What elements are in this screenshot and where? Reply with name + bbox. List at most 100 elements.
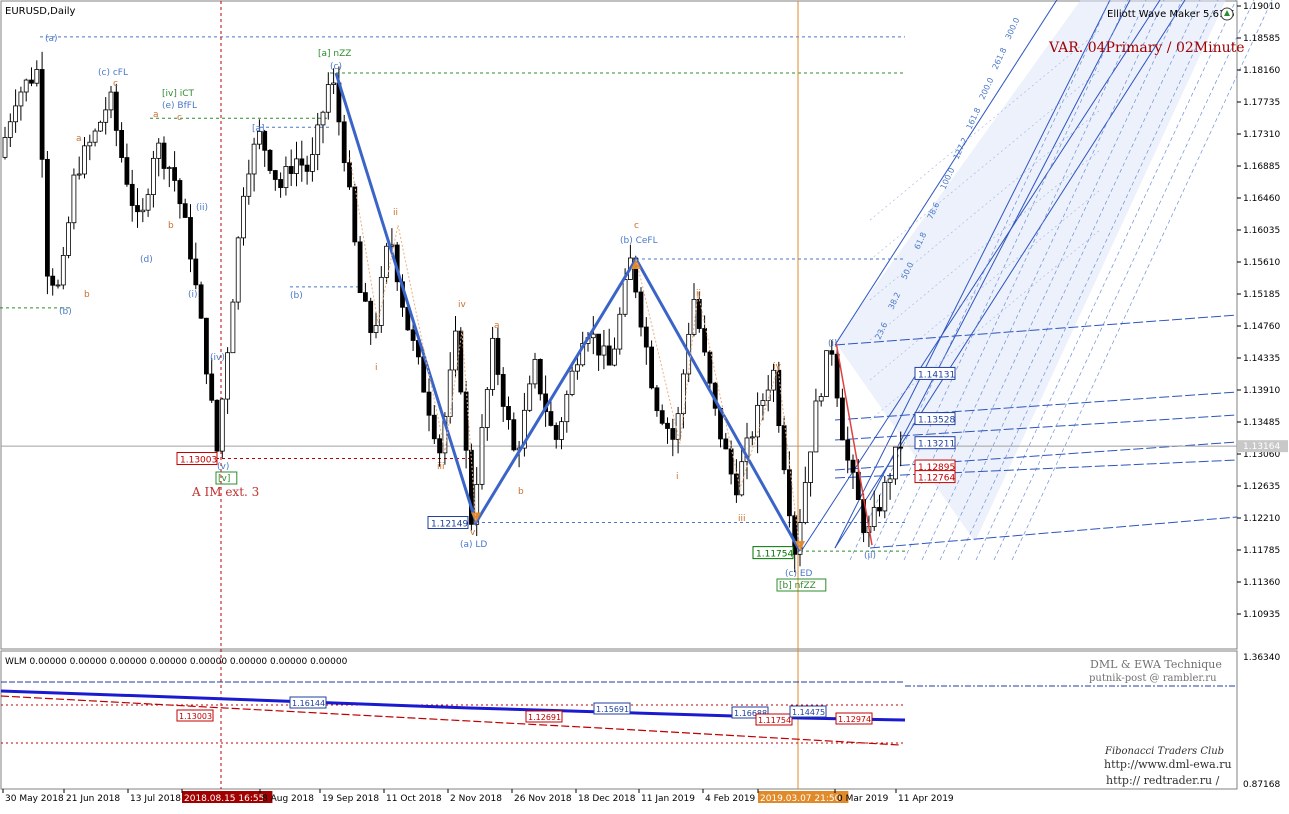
candle-body xyxy=(877,507,882,512)
wave-label: i xyxy=(375,363,378,373)
candle-body xyxy=(575,364,580,372)
wave-label: A IM ext. 3 xyxy=(191,485,259,499)
sub-y-tick-label: 1.36340 xyxy=(1243,653,1280,663)
wave-label-small: b xyxy=(168,221,174,231)
candle-body xyxy=(490,337,496,390)
candle-body xyxy=(426,391,432,416)
candle-body xyxy=(161,142,167,169)
wave-label: a xyxy=(494,321,500,331)
candle-body xyxy=(834,353,840,399)
candle-body xyxy=(606,345,612,366)
candle-body xyxy=(23,79,29,93)
wave-label: [a] xyxy=(252,124,265,134)
sub-price-box-value: 1.16144 xyxy=(292,699,325,708)
variant-label: VAR. 04Primary / 02Minute xyxy=(1048,40,1245,56)
candle-body xyxy=(654,387,660,412)
wave-label: iv xyxy=(458,300,467,310)
candle-body xyxy=(665,422,670,429)
candle-body xyxy=(707,351,713,384)
y-tick-label: 1.13910 xyxy=(1243,386,1280,396)
candle-body xyxy=(484,389,490,428)
candle-body xyxy=(294,158,299,174)
candle-body xyxy=(198,284,204,319)
candle-body xyxy=(808,451,813,483)
x-tick-label: 21 Jun 2018 xyxy=(66,794,120,804)
symbol-label: EURUSD,Daily xyxy=(5,6,76,17)
candle-body xyxy=(384,245,390,278)
candle-body xyxy=(548,411,554,426)
x-tick-label: 4 Feb 2019 xyxy=(705,794,756,804)
candle-body xyxy=(309,154,315,172)
candle-body xyxy=(82,145,87,175)
candle-body xyxy=(802,482,808,523)
x-tick-label: 11 Jan 2019 xyxy=(641,794,695,804)
indicator-logo-icon xyxy=(1220,7,1234,21)
candle-body xyxy=(76,173,82,176)
sub-price-box-value: 1.14475 xyxy=(792,708,825,717)
sub-y-tick-label: 0.87168 xyxy=(1243,780,1280,790)
watermark-text: putnik-post @ rambler.ru xyxy=(1089,673,1217,684)
candle-body xyxy=(60,254,66,286)
candle-body xyxy=(749,436,755,439)
candle-body xyxy=(431,414,437,440)
y-tick-label: 1.13485 xyxy=(1243,418,1280,428)
price-box-value: 1.13003 xyxy=(180,456,217,466)
candle-body xyxy=(18,91,24,107)
candle-body xyxy=(129,183,135,206)
wave-label: [b] nfZZ xyxy=(779,581,816,591)
candle-body xyxy=(108,91,114,111)
candle-body xyxy=(299,158,305,166)
y-tick-label: 1.15185 xyxy=(1243,290,1280,300)
wave-label-small: i xyxy=(676,472,679,482)
sub-price-box-value: 1.11754 xyxy=(758,716,791,725)
candle-body xyxy=(241,195,246,239)
candle-body xyxy=(172,167,178,181)
candle-body xyxy=(188,217,193,260)
x-tick-label: 30 May 2018 xyxy=(5,794,64,804)
candle-body xyxy=(320,111,326,126)
candle-body xyxy=(410,329,416,341)
y-tick-label: 1.14335 xyxy=(1243,354,1280,364)
x-tick-label: 18 Dec 2018 xyxy=(578,794,636,804)
x-tick-label: 2 Nov 2018 xyxy=(450,794,502,804)
candle-body xyxy=(124,157,130,185)
y-tick-label: 1.16460 xyxy=(1243,194,1280,204)
candle-body xyxy=(347,162,352,188)
candle-body xyxy=(166,167,172,169)
wave-label: (iv) xyxy=(210,353,225,363)
candle-body xyxy=(617,313,623,350)
wave-label: (c) cFL xyxy=(98,68,128,78)
y-tick-label: 1.12635 xyxy=(1243,482,1280,492)
wave-label: v xyxy=(470,528,476,538)
candle-body xyxy=(357,241,363,293)
candle-body xyxy=(7,121,13,138)
candle-body xyxy=(193,258,199,286)
candle-body xyxy=(209,373,215,401)
candle-body xyxy=(622,279,628,315)
candle-body xyxy=(670,428,676,440)
candle-body xyxy=(887,478,893,483)
wave-label: iii xyxy=(437,462,445,472)
candle-body xyxy=(225,352,231,400)
x-tick-label: 11 Apr 2019 xyxy=(898,794,954,804)
wave-label-small: a xyxy=(76,134,82,144)
wave-label-small: c xyxy=(113,79,118,89)
candle-body xyxy=(559,421,564,440)
candle-body xyxy=(103,109,109,123)
wave-label: (d) xyxy=(140,255,153,265)
candle-body xyxy=(681,373,686,415)
candle-body xyxy=(564,394,570,423)
candle-body xyxy=(840,397,845,441)
sub-window-label: WLM 0.00000 0.00000 0.00000 0.00000 0.00… xyxy=(5,657,348,667)
y-tick-label: 1.18160 xyxy=(1243,66,1280,76)
wave-label: (c) ED xyxy=(785,569,813,579)
candle-body xyxy=(315,124,321,155)
candle-body xyxy=(882,482,888,512)
y-tick-label: 1.11785 xyxy=(1243,546,1280,556)
candle-body xyxy=(776,369,782,427)
candle-body xyxy=(2,137,8,158)
candle-body xyxy=(50,275,56,286)
candle-body xyxy=(500,374,506,407)
y-tick-label: 1.17310 xyxy=(1243,130,1280,140)
wave-label: (c) xyxy=(330,62,342,72)
